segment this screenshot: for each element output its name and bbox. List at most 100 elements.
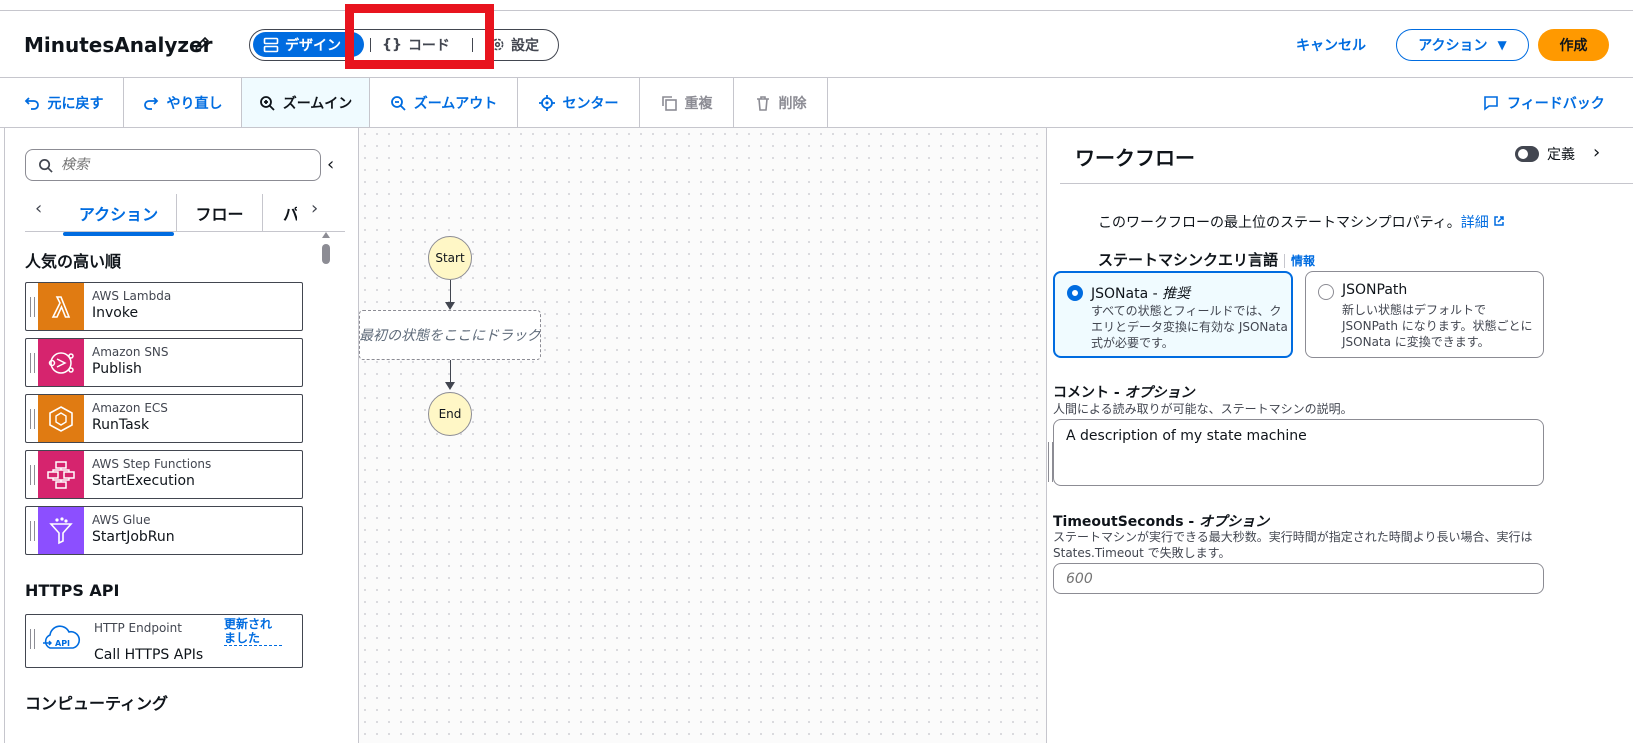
states-browser-panel: ‹ ‹ アクション フロー パ › 人気の高い順 AWS Lambda Invo… (4, 128, 366, 743)
mode-design-label: デザイン (285, 37, 341, 54)
state-card-stepfunctions-startexecution[interactable]: AWS Step Functions StartExecution (25, 450, 303, 499)
list-scrollbar[interactable] (321, 232, 331, 742)
state-card-sns-publish[interactable]: Amazon SNS Publish (25, 338, 303, 387)
external-link-icon (1494, 216, 1504, 226)
details-link[interactable]: 詳細 (1461, 215, 1489, 231)
zoom-out-label: ズームアウト (413, 95, 498, 112)
drag-handle-icon[interactable] (30, 465, 35, 485)
lambda-icon (38, 283, 84, 330)
redo-icon (143, 96, 158, 110)
zoom-out-button[interactable]: ズームアウト (370, 78, 518, 127)
feedback-icon (1484, 96, 1498, 111)
cancel-link[interactable]: キャンセル (1296, 35, 1366, 55)
jsonata-title: JSONata - 推奨 (1091, 283, 1190, 303)
drag-handle-icon[interactable] (30, 353, 35, 373)
scroll-up-arrow-icon[interactable] (322, 232, 330, 238)
tab-actions[interactable]: アクション (61, 194, 177, 236)
info-link[interactable]: 情報 (1284, 254, 1316, 268)
edge-drop-to-end (450, 360, 451, 384)
timeout-seconds-input[interactable] (1053, 563, 1544, 594)
sns-icon (38, 339, 84, 386)
highlight-box (345, 4, 494, 69)
header-bar: MinutesAnalyzer デザイン {} コード 設定 キャンセル アクシ… (0, 10, 1633, 78)
pencil-icon[interactable] (193, 35, 211, 53)
service-name: Amazon SNS (92, 345, 169, 359)
drag-handle-icon[interactable] (30, 297, 35, 317)
crosshair-icon (538, 94, 555, 111)
arrow-down-icon (445, 302, 455, 310)
radio-card-jsonata-box[interactable]: JSONata - 推奨 すべての状態とフィールドでは、クエリとデータ変換に有効… (1053, 271, 1293, 358)
feedback-link[interactable]: フィードバック (1483, 93, 1605, 113)
comment-label: コメント - オプション (1053, 382, 1195, 402)
duplicate-icon (661, 95, 677, 111)
arrow-down-icon (445, 382, 455, 390)
zoom-in-button[interactable]: ズームイン (242, 78, 370, 127)
duplicate-label: 重複 (684, 95, 713, 112)
action-name: StartJobRun (92, 529, 175, 545)
query-language-label: ステートマシンクエリ言語 情報 (1098, 249, 1316, 270)
action-name: Call HTTPS APIs (94, 647, 204, 663)
start-node[interactable]: Start (428, 236, 472, 280)
workflow-canvas[interactable]: Start 最初の状態をここにドラッグ End (358, 128, 1047, 743)
chevron-right-icon[interactable]: › (1593, 142, 1600, 163)
service-name: AWS Lambda (92, 289, 172, 303)
drag-handle-icon[interactable] (30, 409, 35, 429)
inspector-header: ワークフロー 定義 › (1060, 128, 1633, 184)
state-card-ecs-runtask[interactable]: Amazon ECS RunTask (25, 394, 303, 443)
tab-flow[interactable]: フロー (177, 194, 263, 232)
canvas-toolbar: 元に戻す やり直し ズームイン ズームアウト センター 重複 削除 フィードバッ… (0, 78, 1633, 128)
radio-jsonata[interactable] (1067, 285, 1083, 301)
workflow-description-text: このワークフローの最上位のステートマシンプロパティ。 (1098, 215, 1461, 231)
mode-settings-button[interactable]: 設定 (490, 32, 539, 57)
popular-heading: 人気の高い順 (25, 252, 122, 271)
definition-toggle[interactable] (1515, 146, 1539, 162)
state-card-lambda-invoke[interactable]: AWS Lambda Invoke (25, 282, 303, 331)
timeout-optional: オプション (1199, 514, 1270, 530)
svg-text:API: API (55, 639, 70, 648)
drag-handle-icon[interactable] (30, 521, 35, 541)
state-card-http-endpoint[interactable]: API HTTP Endpoint Call HTTPS APIs 更新されまし… (25, 614, 303, 668)
cloud-api-icon: API (38, 615, 84, 662)
service-name: Amazon ECS (92, 401, 168, 415)
edge-start-to-drop (450, 280, 451, 304)
comment-textarea[interactable]: A description of my state machine (1053, 419, 1544, 486)
undo-button[interactable]: 元に戻す (4, 78, 124, 127)
timeout-description: ステートマシンが実行できる最大秒数。実行時間が指定された時間より長い場合、実行は… (1053, 530, 1533, 560)
state-card-glue-startjobrun[interactable]: AWS Glue StartJobRun (25, 506, 303, 555)
drag-handle-icon[interactable] (30, 629, 35, 649)
end-node[interactable]: End (428, 392, 472, 436)
updated-badge-link[interactable]: 更新されました (224, 617, 282, 646)
tab-patterns[interactable]: パ (263, 194, 297, 232)
inspector-title: ワークフロー (1075, 146, 1195, 170)
create-button[interactable]: 作成 (1538, 29, 1609, 61)
redo-button[interactable]: やり直し (124, 78, 242, 127)
workflow-description: このワークフローの最上位のステートマシンプロパティ。詳細 (1098, 212, 1505, 232)
chevron-left-icon[interactable]: ‹ (35, 198, 42, 219)
compute-heading: コンピューティング (25, 694, 169, 713)
redo-label: やり直し (166, 95, 223, 112)
first-state-dropzone[interactable]: 最初の状態をここにドラッグ (359, 310, 541, 360)
timeout-label-text: TimeoutSeconds - (1053, 514, 1200, 530)
service-name: AWS Step Functions (92, 457, 212, 471)
scroll-thumb[interactable] (322, 244, 330, 264)
category-tabs: ‹ アクション フロー パ › (25, 184, 345, 236)
radio-card-jsonpath[interactable]: JSONPath 新しい状態はデフォルトで JSONPath になります。状態ご… (1305, 271, 1544, 358)
jsonata-description: すべての状態とフィールドでは、クエリとデータ変換に有効な JSONata 式が必… (1091, 304, 1288, 350)
caret-down-icon: ▼ (1497, 38, 1507, 52)
search-icon (39, 158, 53, 173)
search-input[interactable] (61, 157, 301, 173)
definition-toggle-label: 定義 (1547, 147, 1575, 163)
app-root: MinutesAnalyzer デザイン {} コード 設定 キャンセル アクシ… (0, 0, 1633, 743)
workflow-title: MinutesAnalyzer (24, 33, 213, 57)
glue-icon (38, 507, 84, 554)
jsonata-recommended: 推奨 (1162, 286, 1191, 302)
actions-dropdown-button[interactable]: アクション ▼ (1396, 29, 1529, 61)
center-button[interactable]: センター (518, 78, 640, 127)
collapse-panel-chevron-icon[interactable]: ‹ (327, 154, 334, 175)
jsonpath-title: JSONPath (1342, 282, 1408, 298)
action-name: StartExecution (92, 473, 195, 489)
delete-button[interactable]: 削除 (734, 78, 828, 127)
chevron-right-icon[interactable]: › (311, 198, 318, 219)
radio-jsonpath[interactable] (1318, 284, 1334, 300)
duplicate-button[interactable]: 重複 (640, 78, 734, 127)
